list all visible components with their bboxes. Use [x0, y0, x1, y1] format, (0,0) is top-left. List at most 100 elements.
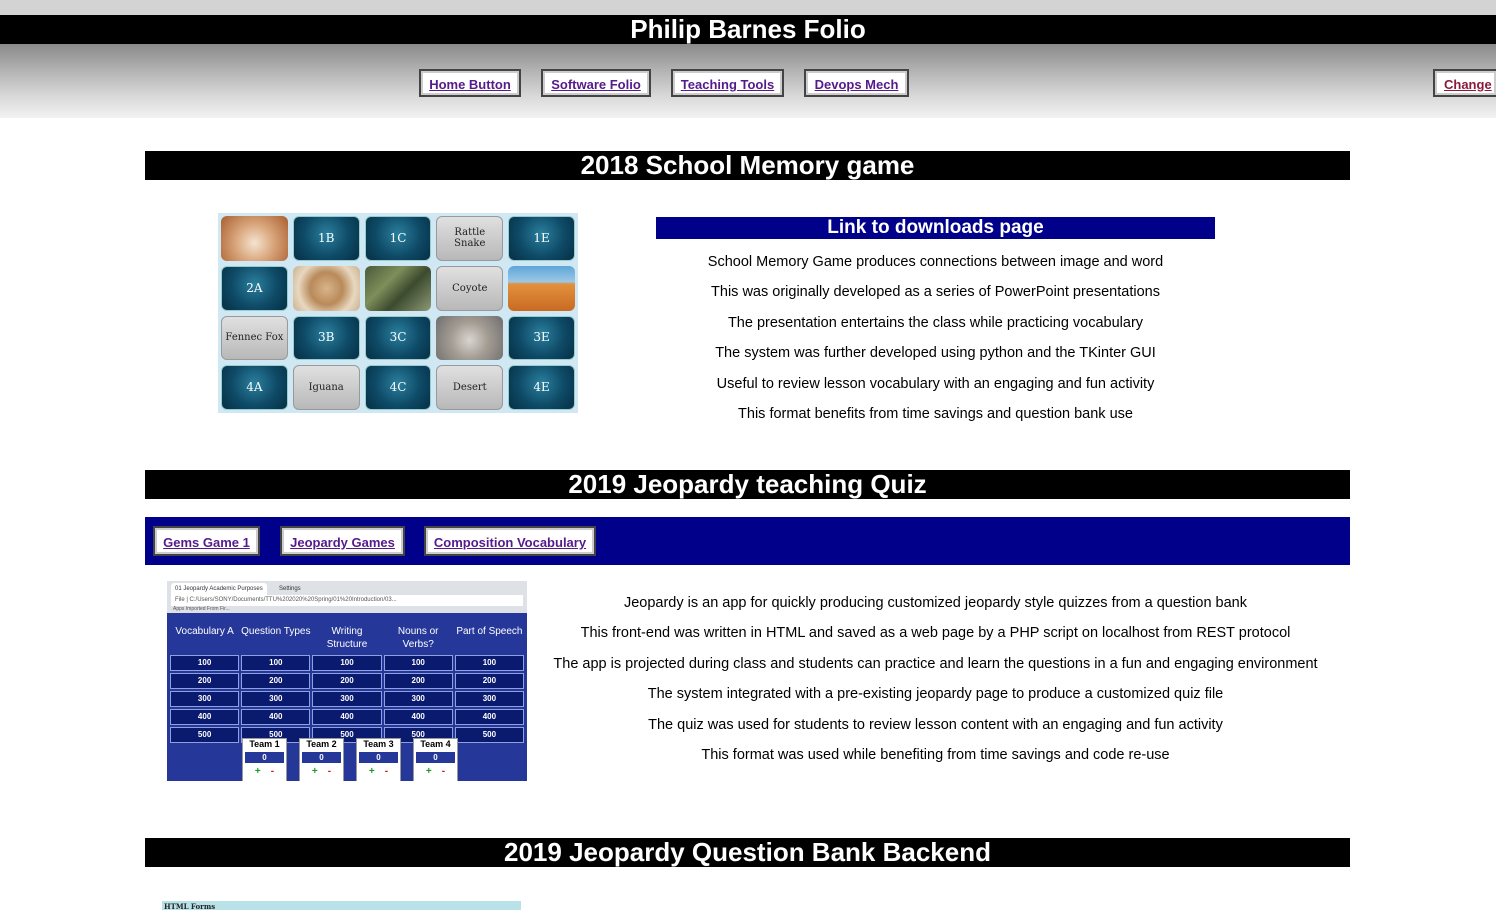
team-name: Team 3	[363, 739, 394, 749]
browser-tab: 01 Jeopardy Academic Purposes	[171, 583, 267, 595]
team-card: Team 4 0 + -	[413, 738, 458, 781]
team-card: Team 2 0 + -	[299, 738, 344, 781]
memory-tile: Rattle Snake	[436, 216, 504, 261]
board-cell: 400	[241, 709, 311, 725]
memory-tile: Desert	[436, 365, 504, 410]
board-cell: 500	[170, 727, 240, 743]
top-strip	[0, 0, 1496, 15]
description-line: Jeopardy is an app for quickly producing…	[623, 595, 1248, 611]
description-line: The system integrated with a pre-existin…	[647, 686, 1224, 703]
team-name: Team 1	[249, 739, 280, 749]
memory-description: School Memory Game produces connections …	[656, 247, 1215, 429]
memory-tile: 3E	[508, 315, 575, 361]
plus-icon: +	[425, 766, 432, 777]
board-cell: 400	[383, 709, 453, 725]
memory-tile: 4C	[364, 365, 432, 410]
memory-tile: 4A	[221, 365, 288, 410]
memory-tile: 1B	[292, 216, 360, 261]
category-header: Part of Speech	[456, 626, 523, 637]
minus-icon: -	[270, 766, 275, 777]
team-name: Team 2	[306, 739, 337, 749]
description-line: Useful to review lesson vocabulary with …	[716, 375, 1155, 392]
change-theme-button[interactable]: Change	[1433, 69, 1496, 97]
board-cell: 100	[312, 655, 382, 671]
address-bar: File | C:/Users/SONY/Documents/TTU%20202…	[171, 595, 523, 606]
memory-tile: 3B	[292, 315, 360, 361]
team-name: Team 4	[420, 739, 451, 749]
memory-tile: 4E	[508, 365, 575, 410]
description-line: School Memory Game produces connections …	[707, 254, 1164, 270]
board-cell: 200	[454, 673, 525, 689]
category-header: Vocabulary A	[175, 626, 234, 637]
memory-game-screenshot: 1B 1C Rattle Snake 1E 2A Coyote Fennec F…	[218, 213, 578, 413]
board-cell: 300	[170, 691, 240, 707]
board-cell: 400	[312, 709, 382, 725]
category-header: Writing Structure	[326, 626, 368, 650]
description-line: This format was used while benefiting fr…	[701, 746, 1170, 763]
jeopardy-games-button[interactable]: Jeopardy Games	[280, 526, 405, 556]
backend-screenshot: HTML Forms	[162, 901, 521, 911]
memory-tile	[221, 216, 288, 261]
team-scores: Team 1 0 + - Team 2 0 + - Team 3 0 + - Team…	[242, 738, 470, 781]
site-title: Philip Barnes Folio	[0, 15, 1496, 44]
jeopardy-tab-bar: Gems Game 1 Jeopardy Games Composition V…	[145, 517, 1350, 565]
nav-devops-mech-button[interactable]: Devops Mech	[804, 69, 909, 97]
board-cell: 200	[241, 673, 311, 689]
team-score: 0	[245, 752, 284, 763]
memory-tile: Coyote	[436, 265, 504, 311]
bookmarks-bar: Apps Imported From Fir...	[173, 606, 230, 612]
board-cell: 100	[454, 655, 525, 671]
composition-vocabulary-button[interactable]: Composition Vocabulary	[424, 526, 596, 556]
memory-tile	[364, 265, 432, 311]
memory-tile: 1E	[508, 216, 575, 261]
plus-icon: +	[254, 766, 261, 777]
board-row: 300 300 300 300 300	[169, 691, 525, 707]
downloads-page-link[interactable]: Link to downloads page	[656, 217, 1215, 239]
backend-section-heading: 2019 Jeopardy Question Bank Backend	[145, 838, 1350, 867]
board-row: 200 200 200 200 200	[169, 673, 525, 689]
board-cell: 200	[170, 673, 240, 689]
gems-game-1-button[interactable]: Gems Game 1	[153, 526, 260, 556]
board-cell: 100	[241, 655, 311, 671]
jeopardy-board: Vocabulary A Question Types Writing Stru…	[169, 625, 525, 743]
minus-icon: -	[441, 766, 446, 777]
board-cell: 300	[312, 691, 382, 707]
board-cell: 300	[383, 691, 453, 707]
description-line: The quiz was used for students to review…	[648, 716, 1223, 733]
board-cell: 100	[170, 655, 240, 671]
minus-icon: -	[327, 766, 332, 777]
memory-tile	[436, 315, 504, 361]
description-line: This front-end was written in HTML and s…	[580, 625, 1291, 642]
memory-section-heading: 2018 School Memory game	[145, 151, 1350, 180]
jeopardy-section-heading: 2019 Jeopardy teaching Quiz	[145, 470, 1350, 499]
board-cell: 300	[454, 691, 525, 707]
board-cell: 400	[454, 709, 525, 725]
description-line: The app is projected during class and st…	[553, 655, 1318, 672]
board-cell: 100	[383, 655, 453, 671]
category-header: Nouns or Verbs?	[397, 626, 439, 650]
browser-chrome: 01 Jeopardy Academic Purposes Settings F…	[167, 581, 527, 613]
memory-tile: Iguana	[292, 365, 360, 410]
board-row: 100 100 100 100 100	[169, 655, 525, 671]
team-score: 0	[302, 752, 341, 763]
team-score: 0	[416, 752, 455, 763]
memory-tile	[292, 265, 360, 311]
board-cell: 300	[241, 691, 311, 707]
board-row: 400 400 400 400 400	[169, 709, 525, 725]
nav-home-button[interactable]: Home Button	[419, 69, 521, 97]
team-card: Team 3 0 + -	[356, 738, 401, 781]
plus-icon: +	[311, 766, 318, 777]
memory-tile: 3C	[364, 315, 432, 361]
plus-icon: +	[368, 766, 375, 777]
description-line: The presentation entertains the class wh…	[727, 314, 1144, 331]
nav-teaching-tools-button[interactable]: Teaching Tools	[671, 69, 784, 97]
memory-tile	[508, 265, 575, 311]
board-cell: 200	[312, 673, 382, 689]
team-score: 0	[359, 752, 398, 763]
minus-icon: -	[384, 766, 389, 777]
description-line: The system was further developed using p…	[715, 345, 1156, 362]
browser-tab: Settings	[275, 583, 305, 595]
description-line: This was originally developed as a serie…	[711, 284, 1160, 301]
jeopardy-description: Jeopardy is an app for quickly producing…	[545, 588, 1326, 770]
nav-software-folio-button[interactable]: Software Folio	[541, 69, 651, 97]
